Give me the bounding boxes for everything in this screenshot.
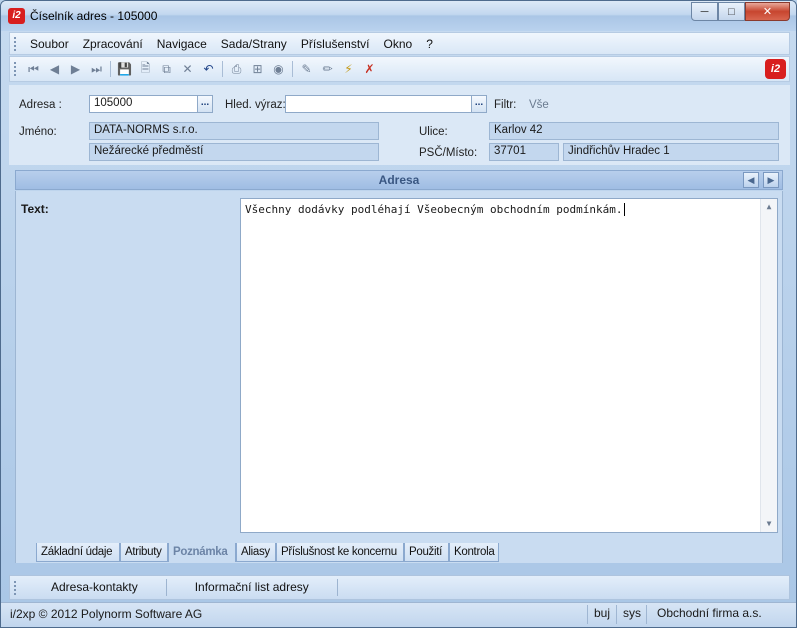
action-bar: Adresa-kontakty Informační list adresy: [9, 575, 790, 600]
menu-zpracovani[interactable]: Zpracování: [76, 37, 150, 51]
jmeno2-field: Nežárecké předměstí: [89, 143, 379, 161]
tree-icon[interactable]: ⊞: [247, 59, 268, 79]
search-expression-input[interactable]: [285, 95, 473, 113]
save-icon[interactable]: 💾: [114, 59, 135, 79]
adresa-input[interactable]: 105000: [89, 95, 199, 113]
psc-field: 37701: [489, 143, 559, 161]
status-user: buj: [587, 605, 616, 624]
print-icon[interactable]: ⎙: [226, 59, 247, 79]
note-scrollbar[interactable]: ▲ ▼: [760, 199, 777, 532]
toolbar: ⏮ ◀ ▶ ⏭ 💾 🗎 ⧉ ✕ ↶ ⎙ ⊞ ◉ ✎ ✏ ⚡ ✗ i2: [9, 56, 790, 82]
status-company: Obchodní firma a.s.: [646, 605, 768, 624]
menu-help[interactable]: ?: [419, 37, 440, 51]
psc-misto-label: PSČ/Místo:: [419, 147, 478, 159]
section-prev-button[interactable]: ◀: [743, 172, 759, 188]
status-bar: i/2xp © 2012 Polynorm Software AG buj sy…: [1, 602, 796, 627]
previous-record-icon[interactable]: ◀: [44, 59, 65, 79]
delete-icon[interactable]: ✕: [177, 59, 198, 79]
maximize-icon: □: [728, 5, 735, 18]
menu-soubor[interactable]: Soubor: [23, 37, 76, 51]
filtr-label: Filtr:: [494, 99, 517, 111]
jmeno-label: Jméno:: [19, 126, 57, 138]
menu-okno[interactable]: Okno: [377, 37, 420, 51]
filtr-value[interactable]: Vše: [529, 99, 549, 111]
adresa-label: Adresa :: [19, 99, 62, 111]
tab-pouziti[interactable]: Použití: [404, 543, 449, 562]
arrow-right-icon: ▶: [767, 175, 775, 185]
adresa-lookup-button[interactable]: ...: [197, 95, 213, 113]
minimize-button[interactable]: ─: [691, 2, 718, 21]
disabled-icon[interactable]: ◉: [268, 59, 289, 79]
arrow-left-icon: ◀: [747, 175, 755, 185]
section-title: Adresa: [378, 173, 420, 187]
toolbar-separator: [222, 61, 223, 77]
tab-strip: Základní údaje Atributy Poznámka Aliasy …: [15, 543, 783, 563]
undo-icon[interactable]: ↶: [198, 59, 219, 79]
next-record-icon[interactable]: ▶: [65, 59, 86, 79]
section-header: Adresa ◀ ▶: [15, 170, 783, 190]
menu-sada-strany[interactable]: Sada/Strany: [214, 37, 294, 51]
maximize-button[interactable]: □: [718, 2, 745, 21]
adresa-kontakty-button[interactable]: Adresa-kontakty: [23, 579, 167, 596]
menu-bar: Soubor Zpracování Navigace Sada/Strany P…: [9, 32, 790, 55]
close-icon: ✕: [762, 6, 773, 18]
toolbar-separator: [292, 61, 293, 77]
actionbar-grip[interactable]: [14, 580, 17, 595]
note-textarea[interactable]: Všechny dodávky podléhají Všeobecným obc…: [240, 198, 778, 533]
scroll-up-icon[interactable]: ▲: [761, 199, 777, 215]
scroll-down-icon[interactable]: ▼: [761, 516, 777, 532]
edit-all-icon[interactable]: ✏: [317, 59, 338, 79]
tab-aliasy[interactable]: Aliasy: [236, 543, 276, 562]
ulice-label: Ulice:: [419, 126, 448, 138]
app-window: i2 Číselník adres - 105000 ─ □ ✕ Soubor …: [0, 0, 797, 628]
new-icon[interactable]: 🗎: [135, 59, 156, 79]
ulice-field: Karlov 42: [489, 122, 779, 140]
minimize-icon: ─: [700, 5, 709, 18]
tab-zakladni-udaje[interactable]: Základní údaje: [36, 543, 120, 562]
menubar-grip[interactable]: [14, 36, 17, 51]
tab-poznamka[interactable]: Poznámka: [168, 543, 236, 562]
tab-atributy[interactable]: Atributy: [120, 543, 168, 562]
address-header-form: Adresa : 105000 ... Hled. výraz: ... Fil…: [9, 85, 790, 165]
tab-kontrola[interactable]: Kontrola: [449, 543, 499, 562]
search-expression-button[interactable]: ...: [471, 95, 487, 113]
section-next-button[interactable]: ▶: [763, 172, 779, 188]
i2-logo-icon: i2: [765, 59, 786, 79]
toolbar-grip[interactable]: [14, 62, 17, 76]
note-text: Všechny dodávky podléhají Všeobecným obc…: [245, 203, 623, 216]
toolbar-separator: [110, 61, 111, 77]
window-title: Číselník adres - 105000: [30, 9, 158, 23]
first-record-icon[interactable]: ⏮: [23, 59, 44, 79]
status-db: sys: [616, 605, 647, 624]
copy-icon[interactable]: ⧉: [156, 59, 177, 79]
copyright-text: i/2xp © 2012 Polynorm Software AG: [10, 607, 203, 621]
note-panel: Text: Všechny dodávky podléhají Všeobecn…: [15, 191, 783, 543]
hled-vyraz-label: Hled. výraz:: [225, 99, 286, 111]
last-record-icon[interactable]: ⏭: [86, 59, 107, 79]
informacni-list-adresy-button[interactable]: Informační list adresy: [167, 579, 338, 596]
menu-navigace[interactable]: Navigace: [150, 37, 214, 51]
menu-prislusenstvi[interactable]: Příslušenství: [294, 37, 377, 51]
close-button[interactable]: ✕: [745, 2, 790, 21]
tab-prislusnost-ke-koncernu[interactable]: Příslušnost ke koncernu: [276, 543, 404, 562]
title-bar[interactable]: i2 Číselník adres - 105000 ─ □ ✕: [1, 1, 796, 31]
clear-filter-icon[interactable]: ✗: [359, 59, 380, 79]
jmeno-field: DATA-NORMS s.r.o.: [89, 122, 379, 140]
text-label: Text:: [21, 202, 49, 216]
edit-icon[interactable]: ✎: [296, 59, 317, 79]
filter-icon[interactable]: ⚡: [338, 59, 359, 79]
app-logo-icon: i2: [8, 8, 25, 24]
misto-field: Jindřichův Hradec 1: [563, 143, 779, 161]
